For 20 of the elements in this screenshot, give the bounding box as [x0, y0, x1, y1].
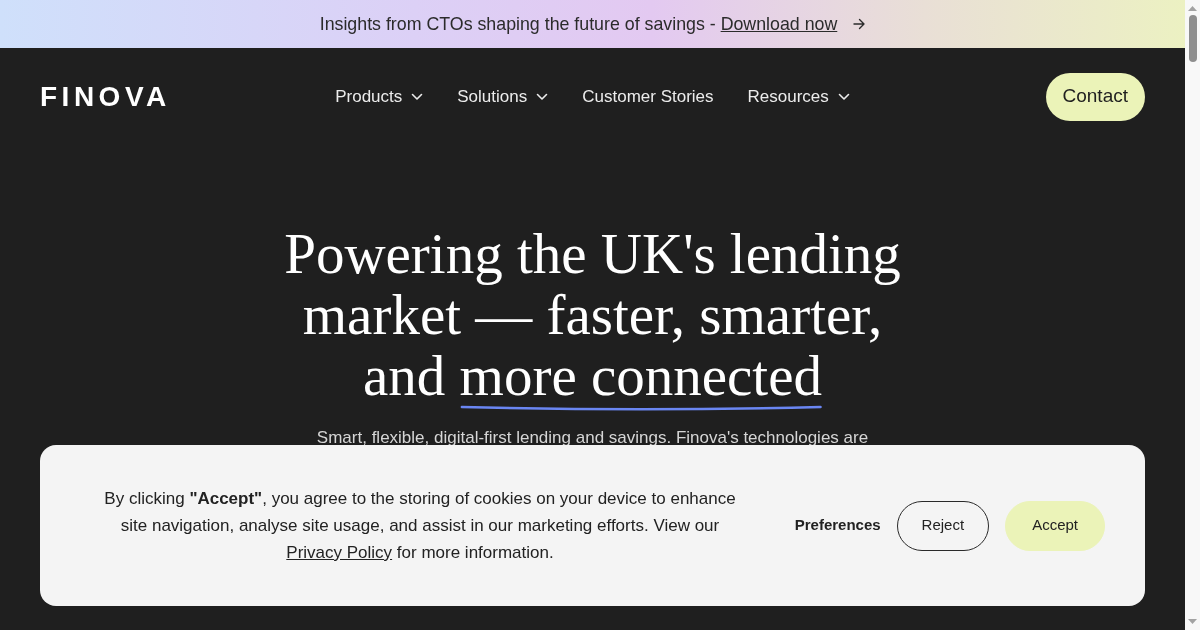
nav-link[interactable]: Resources [747, 83, 850, 110]
scroll-down-icon[interactable] [1188, 619, 1197, 624]
nav-link[interactable]: Customer Stories [582, 83, 714, 110]
logo[interactable]: FINOVA [40, 82, 171, 111]
nav-link[interactable]: Solutions [457, 83, 549, 110]
underline-stroke-icon [459, 403, 822, 411]
scrollbar[interactable] [1185, 0, 1200, 630]
scrollbar-thumb[interactable] [1188, 15, 1197, 62]
nav-link[interactable]: Products [335, 83, 424, 110]
download-link[interactable]: Download now [720, 13, 838, 34]
scroll-up-icon[interactable] [1188, 6, 1197, 11]
privacy-policy-link[interactable]: Privacy Policy [286, 543, 393, 562]
arrow-right-icon[interactable] [853, 18, 866, 30]
cookie-notice-text: By clicking "Accept", you agree to the storing of cookies on your device to enhance site navigation, analyse site usage, and assist in our marketing efforts. View our Privacy Policy for more information. [103, 488, 737, 564]
accept-button[interactable]: Accept [1005, 500, 1105, 551]
contact-button[interactable]: Contact [1045, 72, 1145, 121]
hero-heading: Powering the UK's lending market — faster, smarter, and more connected [283, 223, 902, 406]
preferences-button[interactable]: Preferences [794, 500, 881, 551]
announcement-text: Insights from CTOs shaping the future of savings - Download now [319, 12, 838, 36]
hero-subtitle: Smart, flexible, digital-first lending and savings. Finova's technologies are [315, 429, 870, 446]
